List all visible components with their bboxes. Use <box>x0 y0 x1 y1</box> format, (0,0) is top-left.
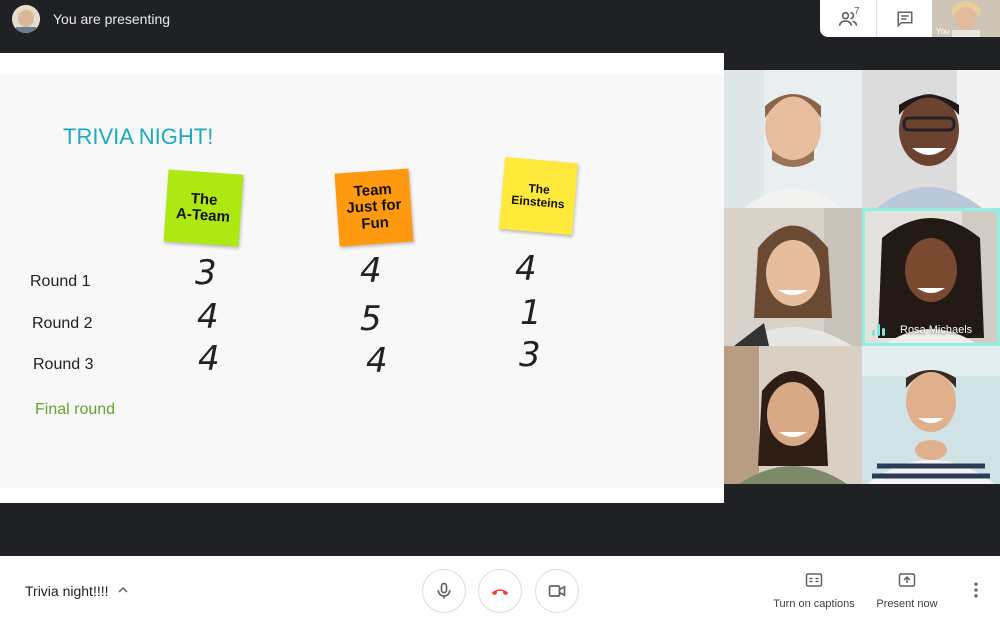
end-call-icon <box>491 589 509 596</box>
bottom-bar: Trivia night!!!! Turn on captions Presen… <box>0 556 1000 625</box>
top-right-panel: 7 You <box>820 0 1000 37</box>
present-now-label: Present now <box>876 598 938 610</box>
participant-name: Rosa Michaels <box>900 324 973 336</box>
team-note-a-team: The A-Team <box>163 169 244 247</box>
chat-icon <box>897 11 912 28</box>
score-cell: 4 <box>515 249 537 289</box>
speaking-indicator-icon <box>872 324 885 336</box>
final-round-label: Final round <box>35 401 116 418</box>
self-view-thumbnail[interactable]: You <box>932 0 1000 37</box>
microphone-icon <box>437 582 451 599</box>
participants-grid: Rosa Michaels <box>724 70 1000 485</box>
score-cell: 5 <box>360 299 382 339</box>
meet-window: You are presenting 7 You TRIVIA NIGHT! T… <box>0 0 1000 625</box>
camera-icon <box>548 585 566 597</box>
presentation-frame: TRIVIA NIGHT! The A-Team Team Just for Fun … <box>0 53 724 503</box>
score-cell: 4 <box>360 251 382 291</box>
participant-tile[interactable] <box>724 70 862 208</box>
chat-button[interactable] <box>876 0 932 37</box>
team-note-einsteins: The Einsteins <box>499 156 578 236</box>
round-label: Round 3 <box>33 356 94 373</box>
end-call-button[interactable] <box>478 569 522 613</box>
microphone-button[interactable] <box>422 569 466 613</box>
score-cell: 4 <box>198 339 220 379</box>
team-note-just-for-fun: Team Just for Fun <box>334 168 414 247</box>
top-bar: You are presenting 7 You <box>0 0 1000 38</box>
score-cell: 4 <box>197 297 219 337</box>
round-label: Round 2 <box>32 315 93 332</box>
more-options-icon[interactable] <box>966 580 986 600</box>
score-cell: 3 <box>195 253 217 293</box>
round-label: Round 1 <box>30 273 91 290</box>
team-note-line: Einsteins <box>510 192 566 212</box>
meeting-title: Trivia night!!!! <box>25 583 109 599</box>
participant-tile[interactable] <box>862 346 1000 484</box>
score-cell: 4 <box>366 341 388 381</box>
participant-tile[interactable] <box>724 346 862 484</box>
trivia-slide: TRIVIA NIGHT! The A-Team Team Just for Fun … <box>0 75 724 488</box>
self-label: You <box>936 27 950 36</box>
participant-tile-speaking[interactable]: Rosa Michaels <box>862 208 1000 346</box>
people-count: 7 <box>854 6 860 17</box>
team-note-line: A-Team <box>175 205 231 226</box>
present-screen-icon <box>898 573 916 587</box>
participant-tile[interactable] <box>862 70 1000 208</box>
people-button[interactable]: 7 <box>820 0 876 37</box>
participant-tile[interactable] <box>724 208 862 346</box>
captions-button[interactable]: Turn on captions <box>769 572 859 610</box>
presenter-avatar <box>12 5 40 33</box>
score-cell: 3 <box>519 335 541 375</box>
captions-icon <box>805 573 823 587</box>
captions-label: Turn on captions <box>773 598 855 610</box>
score-cell: 1 <box>520 293 542 333</box>
present-now-button[interactable]: Present now <box>862 572 952 610</box>
camera-button[interactable] <box>535 569 579 613</box>
chevron-up-icon[interactable] <box>115 582 131 598</box>
slide-title: TRIVIA NIGHT! <box>63 124 214 149</box>
presenting-status: You are presenting <box>53 11 171 27</box>
